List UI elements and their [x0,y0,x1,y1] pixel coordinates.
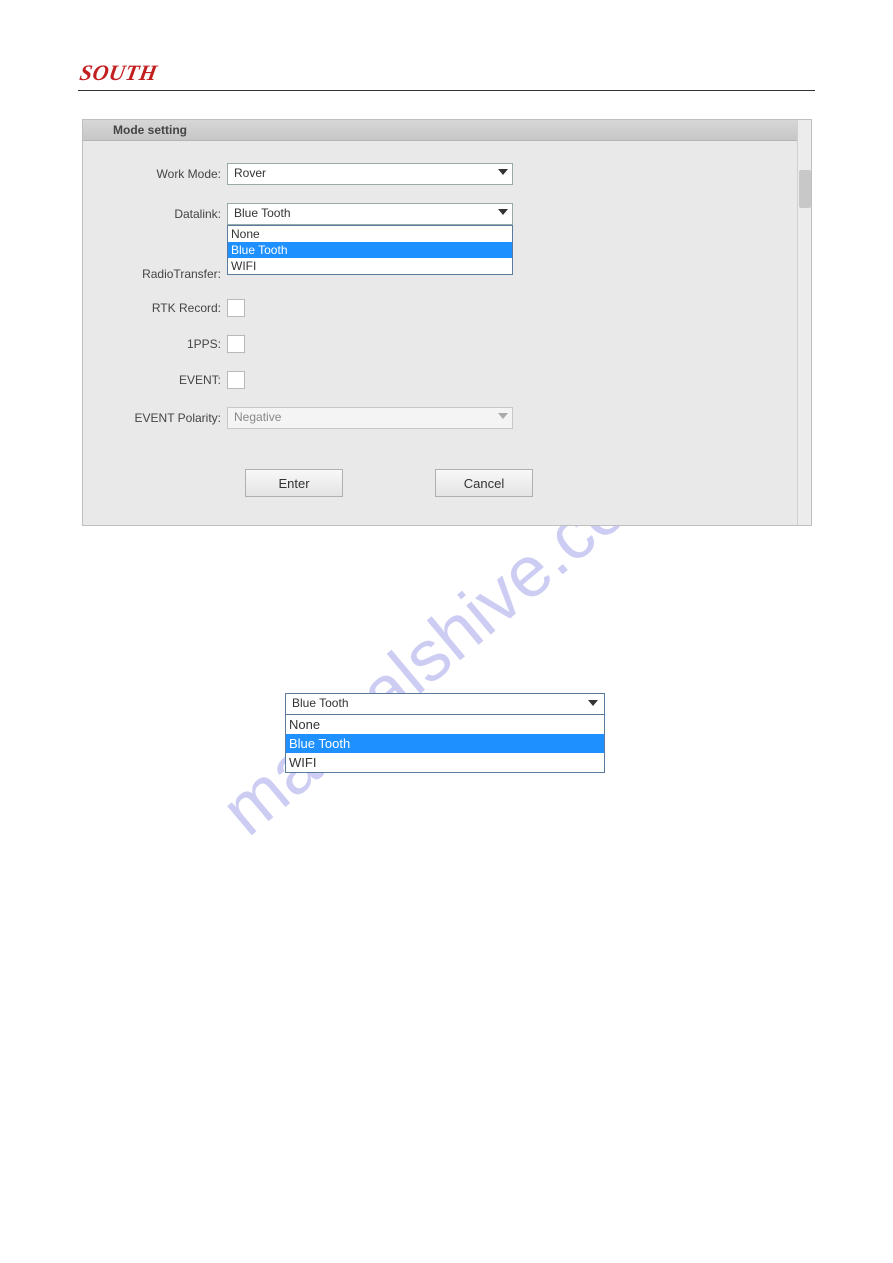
mode-setting-panel: Mode setting Work Mode: Rover Datalink: … [82,119,812,526]
datalink-option-wifi[interactable]: WIFI [228,258,512,274]
work-mode-label: Work Mode: [101,167,227,181]
datalink-value: Blue Tooth [234,206,291,220]
standalone-option-wifi[interactable]: WIFI [286,753,604,772]
chevron-down-icon [498,169,508,175]
event-polarity-select: Negative [227,407,513,429]
radiotransfer-label: RadioTransfer: [101,267,227,281]
event-polarity-value: Negative [234,410,281,424]
brand-logo: SOUTH [78,60,160,86]
datalink-option-none[interactable]: None [228,226,512,242]
header-divider [78,90,815,91]
work-mode-select[interactable]: Rover [227,163,513,185]
chevron-down-icon [498,209,508,215]
event-polarity-label: EVENT Polarity: [101,411,227,425]
chevron-down-icon [588,700,598,706]
enter-button[interactable]: Enter [245,469,343,497]
work-mode-value: Rover [234,166,266,180]
standalone-datalink-value: Blue Tooth [292,696,349,710]
standalone-datalink-dropdown: None Blue Tooth WIFI [285,715,605,773]
standalone-option-none[interactable]: None [286,715,604,734]
pps-checkbox[interactable] [227,335,245,353]
standalone-datalink-select[interactable]: Blue Tooth [285,693,605,715]
datalink-option-bluetooth[interactable]: Blue Tooth [228,242,512,258]
event-label: EVENT: [101,373,227,387]
panel-scrollbar[interactable] [797,120,811,525]
datalink-label: Datalink: [101,207,227,221]
cancel-button[interactable]: Cancel [435,469,533,497]
chevron-down-icon [498,413,508,419]
scrollbar-thumb[interactable] [799,170,811,208]
datalink-dropdown: None Blue Tooth WIFI [227,225,513,275]
standalone-option-bluetooth[interactable]: Blue Tooth [286,734,604,753]
standalone-datalink-select-wrap: Blue Tooth None Blue Tooth WIFI [285,693,605,773]
event-checkbox[interactable] [227,371,245,389]
rtk-record-checkbox[interactable] [227,299,245,317]
datalink-select[interactable]: Blue Tooth [227,203,513,225]
panel-title: Mode setting [83,120,811,141]
rtk-record-label: RTK Record: [101,301,227,315]
pps-label: 1PPS: [101,337,227,351]
